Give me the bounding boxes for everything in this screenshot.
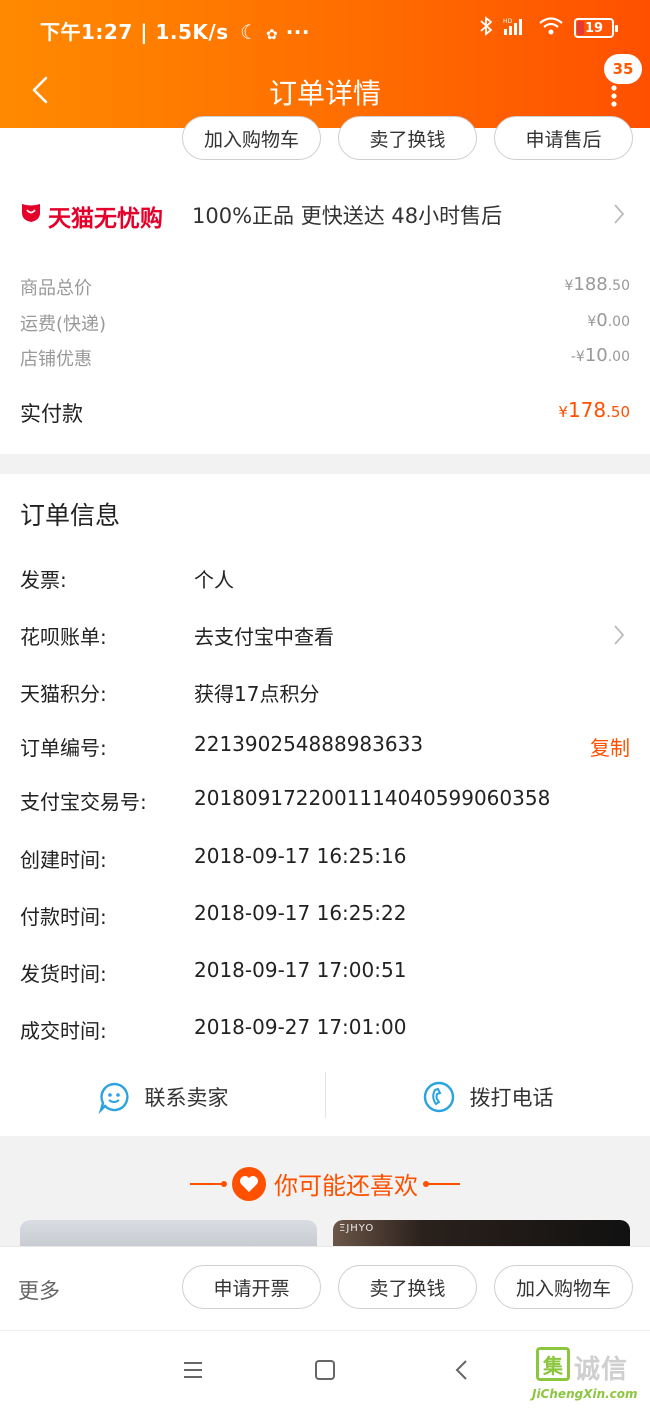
contact-seller-button[interactable]: 联系卖家	[0, 1072, 325, 1122]
paid-amount-row: 实付款 ¥178.50	[20, 398, 630, 426]
square-icon	[315, 1360, 335, 1380]
call-phone-button[interactable]: 拨打电话	[325, 1072, 650, 1122]
contact-bar: 联系卖家 拨打电话	[0, 1072, 650, 1136]
watermark-url: JiChengXin.com	[532, 1387, 638, 1401]
header: 下午1:27 | 1.5K/s ☾ ✿ ··· HD 19 订单详情 35	[0, 0, 650, 128]
copy-button[interactable]: 复制	[590, 732, 630, 761]
status-time-speed: 下午1:27 | 1.5K/s ☾ ✿ ···	[40, 20, 310, 44]
tmall-guarantee-row[interactable]: 天猫无忧购 100%正品 更快送达 48小时售后	[0, 190, 650, 240]
tmall-promise: 100%正品 更快送达 48小时售后	[192, 204, 503, 228]
invoice-row: 发票: 个人	[20, 568, 234, 592]
back-nav-button[interactable]	[450, 1357, 476, 1383]
watermark-text: 诚信	[574, 1355, 629, 1385]
recommend-title: 你可能还喜欢	[0, 1166, 650, 1201]
shipped-time-row: 发货时间: 2018-09-17 17:00:51	[20, 958, 407, 986]
created-time-row: 创建时间: 2018-09-17 16:25:16	[20, 844, 407, 872]
tmall-logo-icon	[22, 204, 40, 222]
alipay-trade-row: 支付宝交易号: 2018091722001114040599060358	[20, 786, 551, 814]
home-button[interactable]	[312, 1357, 338, 1383]
svg-text:HD: HD	[503, 18, 513, 25]
bluetooth-icon	[480, 16, 493, 40]
tmall-brand: 天猫无忧购	[48, 206, 163, 232]
phone-icon	[423, 1081, 454, 1113]
after-sale-button[interactable]: 申请售后	[494, 116, 633, 160]
system-nav-bar: 集 诚信 JiChengXin.com	[0, 1330, 650, 1408]
order-info-title: 订单信息	[20, 501, 121, 530]
chevron-right-icon	[614, 625, 625, 645]
order-info-card: 订单信息 发票: 个人 花呗账单: 去支付宝中查看 天猫积分: 获得17点积分 …	[0, 474, 650, 1136]
message-count-badge[interactable]: 35	[604, 54, 642, 84]
divider	[423, 1180, 460, 1187]
add-to-cart-button[interactable]: 加入购物车	[494, 1265, 633, 1309]
signal-icon: HD	[502, 16, 528, 40]
order-number-row: 订单编号: 221390254888983633 复制	[20, 732, 630, 761]
closed-time-row: 成交时间: 2018-09-27 17:01:00	[20, 1015, 407, 1043]
product-thumbnail[interactable]	[20, 1220, 317, 1246]
status-bar: 下午1:27 | 1.5K/s ☾ ✿ ··· HD 19	[0, 0, 650, 60]
menu-icon	[184, 1362, 202, 1378]
notification-icon: ✿	[266, 27, 279, 43]
battery-icon: 19	[574, 18, 618, 38]
sell-button[interactable]: 卖了换钱	[338, 1265, 477, 1309]
watermark: 集 诚信 JiChengXin.com	[532, 1347, 642, 1407]
triangle-back-icon	[455, 1360, 467, 1380]
wifi-icon	[538, 16, 564, 40]
shipping-row: 运费(快递) ¥0.00	[20, 310, 630, 335]
points-row: 天猫积分: 获得17点积分	[20, 682, 320, 706]
menu-button[interactable]	[180, 1357, 206, 1383]
recommend-section: 你可能还喜欢 ΞJHYO	[0, 1136, 650, 1246]
price-card: 天猫无忧购 100%正品 更快送达 48小时售后 商品总价 ¥188.50 运费…	[0, 172, 650, 454]
bottom-action-bar: 更多 申请开票 卖了换钱 加入购物车	[0, 1246, 650, 1330]
sell-button[interactable]: 卖了换钱	[338, 116, 477, 160]
watermark-logo: 集	[536, 1347, 570, 1381]
heart-icon	[232, 1166, 266, 1201]
goods-total-row: 商品总价 ¥188.50	[20, 274, 630, 299]
huabei-row[interactable]: 花呗账单: 去支付宝中查看	[20, 621, 630, 651]
chat-bubble-icon	[98, 1082, 129, 1114]
more-button[interactable]: 更多	[18, 1275, 60, 1305]
moon-icon: ☾	[240, 20, 259, 44]
divider	[190, 1180, 227, 1187]
add-to-cart-button[interactable]: 加入购物车	[182, 116, 321, 160]
status-icons: HD 19	[480, 16, 618, 40]
product-thumbnail[interactable]: ΞJHYO	[333, 1220, 630, 1246]
more-status-icon: ···	[285, 20, 310, 44]
page-title: 订单详情	[268, 77, 381, 110]
request-invoice-button[interactable]: 申请开票	[182, 1265, 321, 1309]
paid-time-row: 付款时间: 2018-09-17 16:25:22	[20, 901, 407, 929]
item-actions: 加入购物车 卖了换钱 申请售后	[0, 116, 650, 172]
discount-row: 店铺优惠 -¥10.00	[20, 345, 630, 370]
chevron-right-icon	[614, 204, 625, 224]
